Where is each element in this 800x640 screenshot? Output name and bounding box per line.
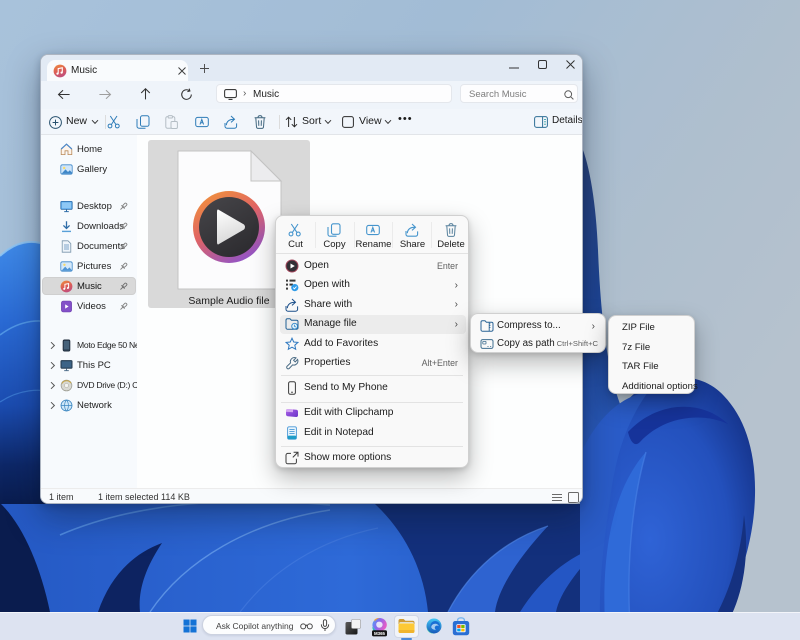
svg-text:M365: M365 [374, 631, 386, 636]
